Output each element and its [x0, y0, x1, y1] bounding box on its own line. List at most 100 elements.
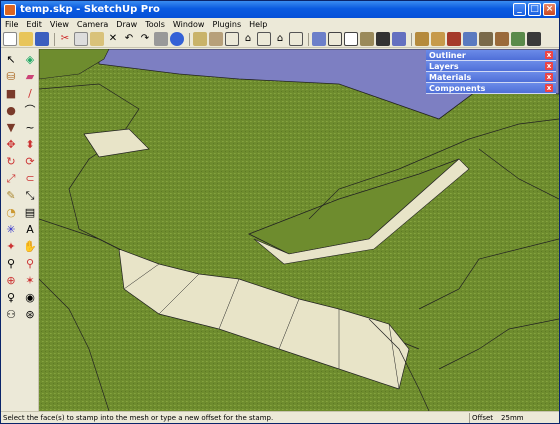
front-view-icon[interactable]: ⌂	[241, 32, 255, 46]
follow-me-icon[interactable]: ⟳	[22, 154, 38, 170]
tape-measure-icon[interactable]: ✎	[3, 188, 19, 204]
freehand-icon[interactable]: ~	[22, 120, 38, 136]
top-view-icon[interactable]	[225, 32, 239, 46]
line-icon[interactable]: /	[22, 86, 38, 102]
save-icon[interactable]	[35, 32, 49, 46]
3d-text-icon[interactable]: A	[22, 222, 38, 238]
toggle-terrain-icon[interactable]	[479, 32, 493, 46]
menu-edit[interactable]: Edit	[26, 20, 42, 29]
minimize-button[interactable]: _	[513, 3, 526, 16]
textured-icon[interactable]	[376, 32, 390, 46]
hidden-line-icon[interactable]	[344, 32, 358, 46]
open-icon[interactable]	[19, 32, 33, 46]
text-icon[interactable]: ▤	[22, 205, 38, 221]
section-plane-icon[interactable]: ⊛	[22, 307, 38, 323]
menu-view[interactable]: View	[50, 20, 69, 29]
window-title: temp.skp - SketchUp Pro	[20, 4, 160, 15]
place-model-icon[interactable]	[495, 32, 509, 46]
monochrome-icon[interactable]	[392, 32, 406, 46]
new-icon[interactable]	[3, 32, 17, 46]
shaded-icon[interactable]	[360, 32, 374, 46]
back-view-icon[interactable]: ⌂	[273, 32, 287, 46]
zoom-window-icon[interactable]: ⚲	[22, 256, 38, 272]
materials-tray[interactable]: Materials x	[426, 72, 556, 83]
undo-icon[interactable]: ↶	[122, 32, 136, 46]
app-icon[interactable]	[4, 3, 16, 16]
dimension-icon[interactable]: ⤡	[22, 188, 38, 204]
measurements-box[interactable]: Offset 25mm	[469, 413, 557, 423]
eraser-icon[interactable]: ▰	[22, 69, 38, 85]
position-camera-icon[interactable]: ♀	[3, 290, 19, 306]
arc-icon[interactable]: ⌒	[22, 103, 38, 119]
components-tray[interactable]: Components x	[426, 83, 556, 94]
terrain-scene[interactable]	[39, 49, 559, 411]
model-info-icon[interactable]	[170, 32, 184, 46]
cut-icon[interactable]: ✂	[58, 32, 72, 46]
scale-icon[interactable]: ⤢	[3, 171, 19, 187]
share-component-icon[interactable]	[447, 32, 461, 46]
pan-icon[interactable]: ✋	[22, 239, 38, 255]
rectangle-icon[interactable]: ■	[3, 86, 19, 102]
paint-bucket-icon[interactable]	[193, 32, 207, 46]
close-button[interactable]: ×	[543, 3, 556, 16]
tray-panel: Outliner x Layers x Materials x Componen…	[426, 50, 556, 94]
close-icon[interactable]: x	[545, 73, 553, 81]
rotate-icon[interactable]: ↻	[3, 154, 19, 170]
close-icon[interactable]: x	[545, 84, 553, 92]
layers-label: Layers	[429, 61, 459, 71]
axes-icon[interactable]: ✳	[3, 222, 19, 238]
close-icon[interactable]: x	[545, 51, 553, 59]
maximize-button[interactable]: □	[528, 3, 541, 16]
erase-icon[interactable]: ✕	[106, 32, 120, 46]
xray-icon[interactable]	[312, 32, 326, 46]
polygon-icon[interactable]: ▼	[3, 120, 19, 136]
print-icon[interactable]	[154, 32, 168, 46]
toolbar-separator	[411, 32, 412, 46]
outliner-tray[interactable]: Outliner x	[426, 50, 556, 61]
model-viewport[interactable]	[39, 49, 559, 411]
vcb-value[interactable]: 25mm	[501, 414, 524, 422]
move-icon[interactable]: ✥	[3, 137, 19, 153]
zoom-icon[interactable]: ⚲	[3, 256, 19, 272]
menu-window[interactable]: Window	[173, 20, 205, 29]
look-around-icon[interactable]: ◉	[22, 290, 38, 306]
close-icon[interactable]: x	[545, 62, 553, 70]
menu-file[interactable]: File	[5, 20, 18, 29]
zoom-extents-icon[interactable]: ⊕	[3, 273, 19, 289]
get-models-icon[interactable]	[415, 32, 429, 46]
circle-icon[interactable]: ●	[3, 103, 19, 119]
share-model-icon[interactable]	[431, 32, 445, 46]
orbit-icon[interactable]: ✦	[3, 239, 19, 255]
paste-icon[interactable]	[90, 32, 104, 46]
toolbar-separator	[189, 32, 190, 46]
protractor-icon[interactable]: ◔	[3, 205, 19, 221]
menu-draw[interactable]: Draw	[116, 20, 137, 29]
menu-camera[interactable]: Camera	[77, 20, 108, 29]
photo-texture-icon[interactable]	[527, 32, 541, 46]
sketchup-window: temp.skp - SketchUp Pro _ □ × File Edit …	[0, 0, 560, 424]
status-message: Select the face(s) to stamp into the mes…	[3, 413, 274, 422]
select-icon[interactable]: ↖	[3, 52, 19, 68]
menu-bar: File Edit View Camera Draw Tools Window …	[1, 18, 559, 31]
outliner-label: Outliner	[429, 50, 466, 60]
wireframe-icon[interactable]	[328, 32, 342, 46]
left-view-icon[interactable]	[289, 32, 303, 46]
google-earth-icon[interactable]	[463, 32, 477, 46]
iso-view-icon[interactable]	[209, 32, 223, 46]
right-view-icon[interactable]	[257, 32, 271, 46]
menu-help[interactable]: Help	[249, 20, 267, 29]
toolbar-separator	[54, 32, 55, 46]
paint-bucket-icon[interactable]: ⛁	[3, 69, 19, 85]
menu-plugins[interactable]: Plugins	[212, 20, 241, 29]
redo-icon[interactable]: ↷	[138, 32, 152, 46]
menu-tools[interactable]: Tools	[145, 20, 165, 29]
previous-view-icon[interactable]: ✶	[22, 273, 38, 289]
layers-tray[interactable]: Layers x	[426, 61, 556, 72]
make-component-icon[interactable]: ◈	[22, 52, 38, 68]
walk-icon[interactable]: ⚇	[3, 307, 19, 323]
push-pull-icon[interactable]: ⬍	[22, 137, 38, 153]
offset-icon[interactable]: ⊂	[22, 171, 38, 187]
materials-label: Materials	[429, 72, 472, 82]
copy-icon[interactable]	[74, 32, 88, 46]
get-current-view-icon[interactable]	[511, 32, 525, 46]
